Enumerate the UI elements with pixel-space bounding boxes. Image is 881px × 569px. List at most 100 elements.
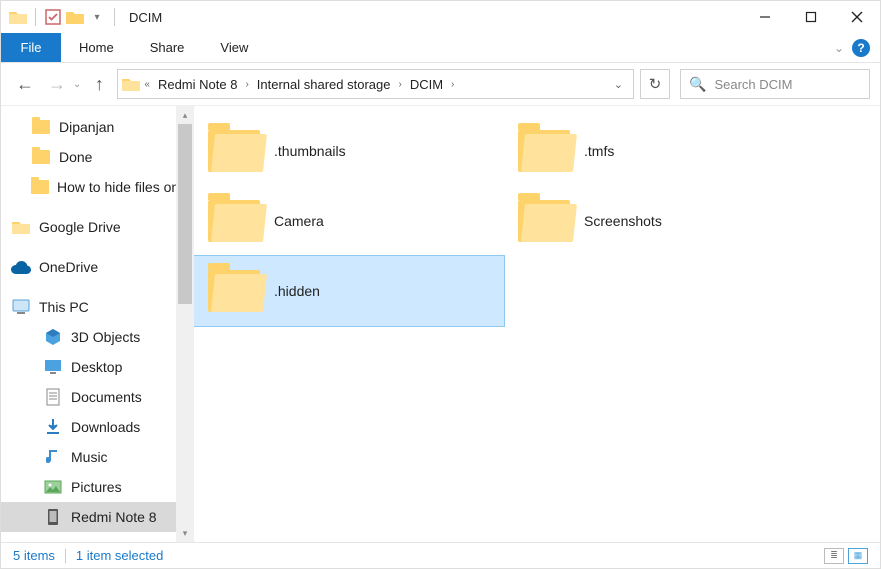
main: Dipanjan DoneHow to hide files on... Googl… [1,105,880,542]
folder-label: .tmfs [584,143,614,159]
sidebar-item-label: Dipanjan [59,119,114,135]
folder-item[interactable]: .hidden [194,256,504,326]
folder-label: .thumbnails [274,143,346,159]
chevron-right-icon[interactable]: › [243,79,250,90]
sidebar-item-documents[interactable]: Documents [1,382,176,412]
sidebar-item-dipanjan[interactable]: Dipanjan [1,112,176,142]
sidebar-item-google-drive[interactable]: Google Drive [1,212,176,242]
chevron-right-icon[interactable]: › [396,79,403,90]
scroll-thumb[interactable] [178,124,192,304]
folder-icon [9,8,27,26]
ribbon-right: ⌄ ? [834,33,880,62]
folder-icon [208,270,260,312]
status-bar: 5 items 1 item selected ≣ ▦ [1,542,880,568]
address-row: ← → ⌄ ↑ « Redmi Note 8 › Internal shared… [1,63,880,105]
folder-icon [208,200,260,242]
thispc-icon [11,298,31,316]
new-folder-icon[interactable] [66,8,84,26]
titlebar: ▾ DCIM [1,1,880,33]
sidebar-item-label: Desktop [71,359,122,375]
pictures-icon [43,478,63,496]
folder-label: Camera [274,213,324,229]
sidebar-item-label: Redmi Note 8 [71,509,157,525]
forward-button[interactable]: → [43,70,71,98]
chevron-left-icon[interactable]: « [142,79,152,90]
history-dropdown[interactable]: ⌄ [73,79,81,90]
desktop-icon [43,358,63,376]
folder-icon [31,148,51,166]
folder-icon [31,118,51,136]
refresh-button[interactable]: ↻ [640,69,670,99]
folder-item[interactable]: Screenshots [504,186,814,256]
phone-icon [43,508,63,526]
sidebar-item-label: OneDrive [39,259,98,275]
folder-icon [518,200,570,242]
chevron-right-icon[interactable]: › [449,79,456,90]
folder-item[interactable]: .tmfs [504,116,814,186]
downloads-icon [43,418,63,436]
collapse-ribbon-icon[interactable]: ⌄ [834,41,844,55]
sidebar-item-label: This PC [39,299,89,315]
view-toggle: ≣ ▦ [824,548,868,564]
music-icon [43,448,63,466]
properties-icon[interactable] [44,8,62,26]
tab-share[interactable]: Share [132,33,203,62]
sidebar-item-done[interactable]: Done [1,142,176,172]
crumb-0[interactable]: Redmi Note 8 [154,77,241,92]
back-button[interactable]: ← [11,70,39,98]
search-icon: 🔍 [689,76,706,93]
quick-access-toolbar: ▾ DCIM [1,1,162,33]
nav-tree[interactable]: Dipanjan DoneHow to hide files on... Googl… [1,106,176,542]
icons-view-button[interactable]: ▦ [848,548,868,564]
scroll-down-icon[interactable]: ▾ [176,524,194,542]
3d-icon [43,328,63,346]
address-dropdown-icon[interactable]: ⌄ [608,78,629,91]
close-button[interactable] [834,1,880,33]
sidebar-item-how-to-hide-files-on-[interactable]: How to hide files on... [1,172,176,202]
folder-item[interactable]: .thumbnails [194,116,504,186]
sidebar-item-label: Documents [71,389,142,405]
qat-dropdown-icon[interactable]: ▾ [88,8,106,26]
onedrive-icon [11,258,31,276]
separator [35,8,36,26]
folder-item[interactable]: Camera [194,186,504,256]
sidebar-item-label: 3D Objects [71,329,140,345]
sidebar-item-label: Pictures [71,479,122,495]
breadcrumb[interactable]: « Redmi Note 8 › Internal shared storage… [117,69,634,99]
folder-icon [208,130,260,172]
search-input[interactable]: 🔍 Search DCIM [680,69,870,99]
help-button[interactable]: ? [852,39,870,57]
sidebar-item-label: Google Drive [39,219,121,235]
sidebar-item-onedrive[interactable]: OneDrive [1,252,176,282]
tab-file[interactable]: File [1,33,61,62]
content-pane[interactable]: .thumbnails .tmfs Camera Screenshots .hidden [194,106,880,542]
minimize-button[interactable] [742,1,788,33]
up-button[interactable]: ↑ [85,70,113,98]
folder-icon [122,76,140,92]
sidebar-item-pictures[interactable]: Pictures [1,472,176,502]
spacer [162,1,742,33]
sidebar-item-downloads[interactable]: Downloads [1,412,176,442]
gdrive-icon [11,218,31,236]
search-placeholder: Search DCIM [714,77,792,92]
tab-view[interactable]: View [202,33,266,62]
separator [65,549,66,563]
crumb-1[interactable]: Internal shared storage [253,77,395,92]
folder-grid: .thumbnails .tmfs Camera Screenshots .hidden [194,116,870,326]
sidebar-scrollbar[interactable]: ▴ ▾ [176,106,194,542]
details-view-button[interactable]: ≣ [824,548,844,564]
folder-icon [31,178,49,196]
sidebar-item-label: Music [71,449,108,465]
sidebar-item-desktop[interactable]: Desktop [1,352,176,382]
sidebar-item-3d-objects[interactable]: 3D Objects [1,322,176,352]
folder-label: Screenshots [584,213,662,229]
tab-home[interactable]: Home [61,33,132,62]
sidebar-item-redmi-note-8[interactable]: Redmi Note 8 [1,502,176,532]
sidebar-item-music[interactable]: Music [1,442,176,472]
maximize-button[interactable] [788,1,834,33]
crumb-2[interactable]: DCIM [406,77,447,92]
sidebar-item-this-pc[interactable]: This PC [1,292,176,322]
separator [114,8,115,26]
window-title: DCIM [129,10,162,25]
scroll-up-icon[interactable]: ▴ [176,106,194,124]
